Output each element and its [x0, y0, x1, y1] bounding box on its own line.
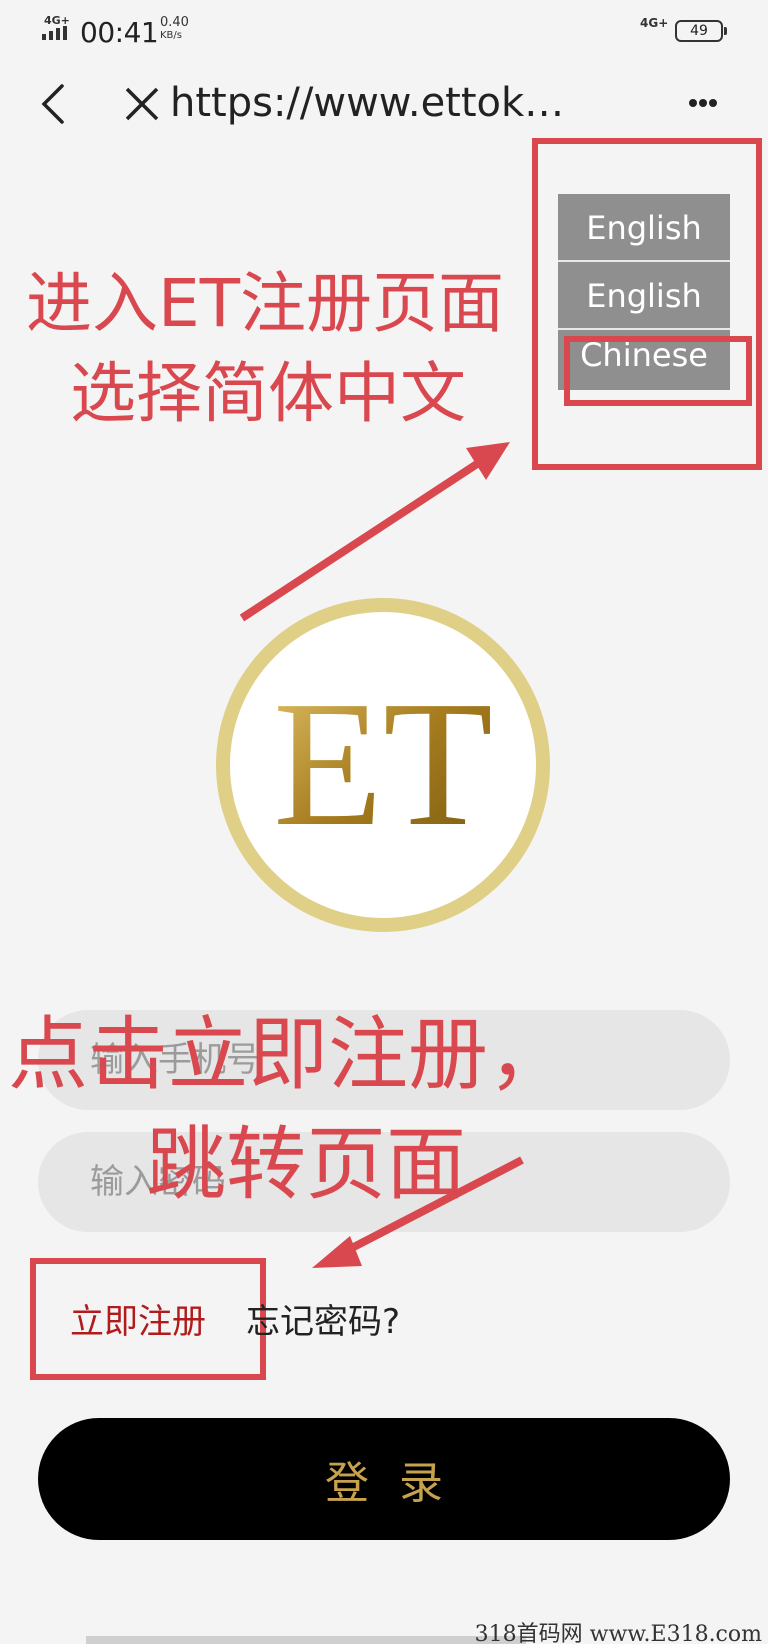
annotation-text-top-2: 选择简体中文 — [70, 355, 466, 432]
back-icon[interactable] — [36, 80, 72, 128]
annotation-box-language — [532, 138, 762, 470]
browser-nav-bar: https://www.ettok… — [0, 58, 768, 148]
speed-value: 0.40 — [160, 15, 189, 30]
et-logo: ET — [216, 598, 550, 932]
network-speed: 0.40 KB/s — [160, 16, 189, 42]
battery-icon: 49 — [675, 20, 727, 42]
annotation-box-chinese — [564, 336, 752, 406]
clock: 00:41 — [80, 16, 159, 49]
url-title[interactable]: https://www.ettok… — [170, 80, 564, 126]
register-link[interactable]: 立即注册 — [70, 1294, 206, 1343]
speed-unit: KB/s — [160, 30, 182, 41]
annotation-text-mid-2: 跳转页面 — [146, 1118, 466, 1211]
arrow-head-language — [466, 442, 510, 480]
home-indicator — [86, 1636, 526, 1644]
arrow-head-register — [312, 1236, 362, 1268]
annotation-text-top-1: 进入ET注册页面 — [26, 265, 505, 342]
annotation-text-mid-1: 点击立即注册， — [8, 1008, 568, 1101]
forgot-password-link[interactable]: 忘记密码? — [246, 1294, 400, 1343]
status-bar: 4G+ 00:41 0.40 KB/s 4G+ 49 — [0, 0, 768, 58]
signal-icon — [42, 26, 67, 40]
more-icon[interactable] — [688, 98, 718, 108]
battery-level: 49 — [690, 23, 708, 39]
close-icon[interactable] — [124, 86, 160, 122]
watermark: 318首码网 www.E318.com — [474, 1622, 762, 1644]
logo-text: ET — [273, 664, 493, 863]
login-button[interactable]: 登录 — [38, 1418, 730, 1540]
network-type-right: 4G+ — [640, 16, 669, 30]
